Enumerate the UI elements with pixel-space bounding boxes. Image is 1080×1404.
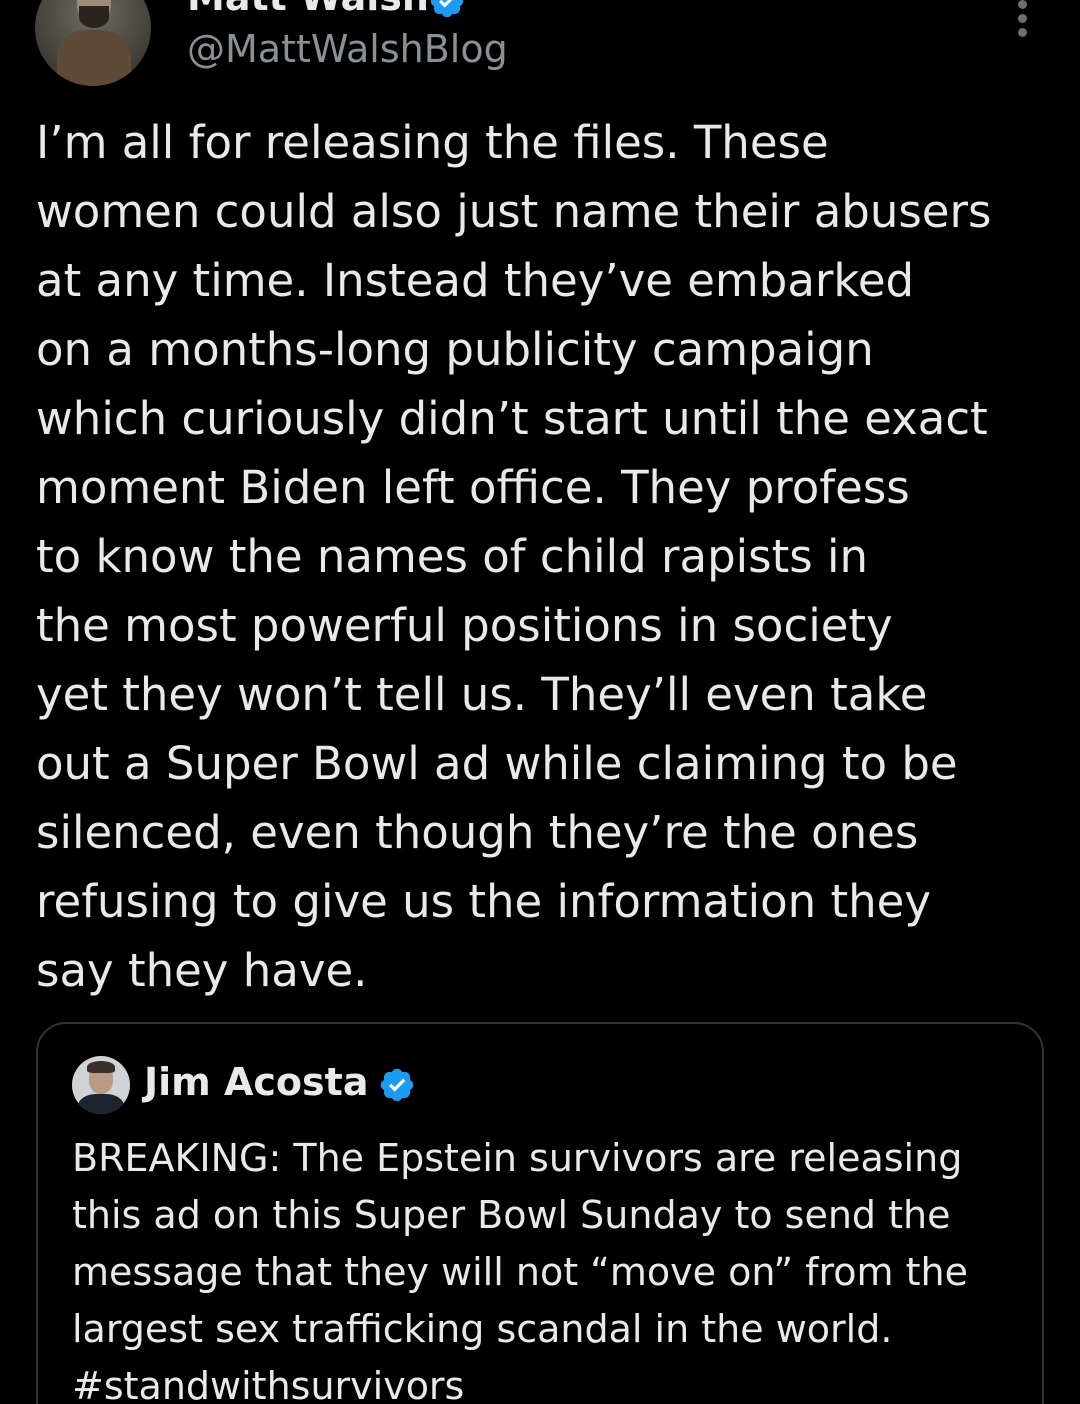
author-display-name[interactable]: Matt Walsh — [187, 0, 429, 16]
quoted-text-line: largest sex trafficking scandal in the w… — [72, 1307, 893, 1351]
verified-badge-icon — [380, 1068, 414, 1102]
tweet-text-line: refusing to give us the information they — [36, 875, 931, 928]
avatar-figure-body — [57, 30, 131, 86]
hashtag-link[interactable]: #standwithsurvivors — [72, 1358, 1022, 1404]
author-handle[interactable]: @MattWalshBlog — [187, 27, 508, 72]
tweet-text-line: to know the names of child rapists in — [36, 530, 869, 583]
more-options-icon[interactable] — [1012, 0, 1032, 37]
tweet-text-line: moment Biden left office. They profess — [36, 461, 910, 514]
more-dot — [1017, 0, 1027, 9]
tweet-text-line: say they have. — [36, 944, 368, 997]
tweet-text-line: I’m all for releasing the files. These — [36, 116, 829, 169]
tweet-text-line: the most powerful positions in society — [36, 599, 893, 652]
tweet-text-line: which curiously didn’t start until the e… — [36, 392, 988, 445]
tweet-text-line: at any time. Instead they’ve embarked — [36, 254, 915, 307]
tweet-text-line: on a months-long publicity campaign — [36, 323, 874, 376]
tweet-header: Matt Walsh @MattWalshBlog — [0, 0, 1080, 100]
more-dot — [1017, 28, 1027, 37]
tweet-body-text: I’m all for releasing the files. These w… — [36, 108, 1046, 1005]
tweet-text-line: women could also just name their abusers — [36, 185, 992, 238]
quoted-text-line: message that they will not “move on” fro… — [72, 1250, 968, 1294]
quoted-author-avatar[interactable] — [72, 1056, 130, 1114]
tweet-text-line: yet they won’t tell us. They’ll even tak… — [36, 668, 928, 721]
quoted-author-name[interactable]: Jim Acosta — [144, 1061, 368, 1104]
quoted-avatar-hair — [87, 1061, 115, 1073]
avatar-figure-beard — [79, 6, 109, 28]
author-avatar[interactable] — [35, 0, 151, 86]
quoted-text-line: this ad on this Super Bowl Sunday to sen… — [72, 1193, 951, 1237]
quoted-text-line: BREAKING: The Epstein survivors are rele… — [72, 1136, 963, 1180]
quoted-avatar-body — [78, 1094, 124, 1114]
tweet-text-line: out a Super Bowl ad while claiming to be — [36, 737, 958, 790]
quoted-tweet-card[interactable]: Jim Acosta BREAKING: The Epstein survivo… — [36, 1022, 1044, 1404]
more-dot — [1017, 14, 1027, 23]
verified-badge-icon — [430, 0, 464, 18]
quoted-tweet-text: BREAKING: The Epstein survivors are rele… — [72, 1130, 1022, 1404]
tweet-text-line: silenced, even though they’re the ones — [36, 806, 919, 859]
